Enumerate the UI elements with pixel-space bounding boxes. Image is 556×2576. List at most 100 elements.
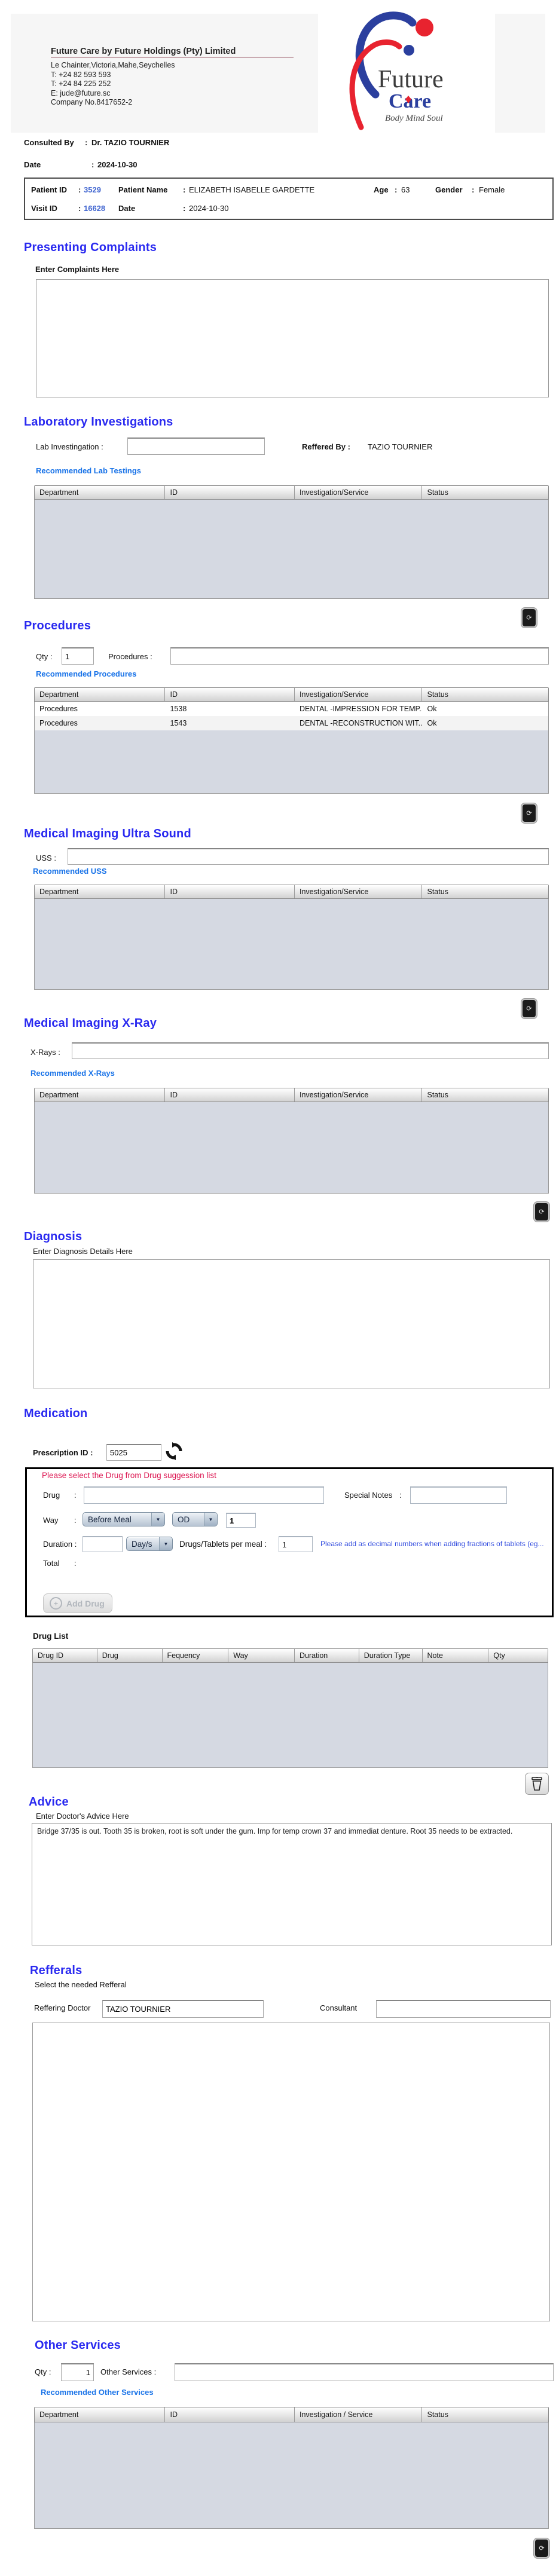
advice-textarea[interactable]: Bridge 37/35 is out. Tooth 35 is broken,… bbox=[32, 1823, 552, 1945]
other-clear-button[interactable]: ⟳ bbox=[534, 2538, 549, 2558]
other-input-label: Other Services : bbox=[100, 2367, 157, 2376]
col-status: Status bbox=[422, 885, 548, 898]
xray-input-label: X-Rays : bbox=[30, 1048, 60, 1057]
drug-warning-text: Please select the Drug from Drug suggess… bbox=[42, 1471, 216, 1480]
diagnosis-textarea[interactable] bbox=[33, 1259, 550, 1388]
colon: : bbox=[183, 204, 186, 213]
refresh-prescription-button[interactable] bbox=[165, 1442, 183, 1460]
patient-name-label: Patient Name bbox=[118, 185, 168, 194]
table-row[interactable]: Procedures 1538 DENTAL -IMPRESSION FOR T… bbox=[35, 702, 548, 716]
procedures-clear-button[interactable]: ⟳ bbox=[521, 803, 537, 823]
frequency-select[interactable]: OD ▼ bbox=[172, 1512, 218, 1526]
colon: : bbox=[74, 1559, 77, 1568]
refferals-label: Select the needed Refferal bbox=[35, 1980, 127, 1989]
way-qty-input[interactable] bbox=[226, 1513, 256, 1528]
uss-clear-button[interactable]: ⟳ bbox=[521, 999, 537, 1018]
prescription-id-input[interactable] bbox=[106, 1444, 161, 1461]
uss-table-body bbox=[34, 899, 549, 990]
tablets-per-meal-input[interactable] bbox=[279, 1536, 313, 1552]
advice-clear-button[interactable] bbox=[525, 1773, 549, 1795]
add-drug-label: Add Drug bbox=[66, 1598, 105, 1608]
col-service: Investigation/Service bbox=[294, 486, 423, 499]
recommended-lab-link[interactable]: Recommended Lab Testings bbox=[36, 466, 141, 475]
gender-value: Female bbox=[479, 185, 505, 194]
consultant-label: Consultant bbox=[320, 2003, 358, 2012]
col-id: ID bbox=[165, 885, 295, 898]
way-select[interactable]: Before Meal ▼ bbox=[83, 1512, 165, 1526]
consultant-input[interactable] bbox=[376, 2000, 551, 2018]
date-label: Date bbox=[24, 160, 41, 169]
colon: : bbox=[91, 160, 94, 169]
colon: : bbox=[78, 204, 81, 213]
logo-panel: Future Care Body Mind Soul bbox=[318, 5, 495, 133]
drug-list-table-body bbox=[32, 1663, 548, 1768]
procedures-qty-input[interactable] bbox=[62, 647, 94, 665]
col-department: Department bbox=[35, 688, 166, 701]
col-note: Note bbox=[422, 1649, 489, 1662]
col-service: Investigation/Service bbox=[294, 688, 423, 701]
complaints-label: Enter Complaints Here bbox=[35, 265, 120, 274]
colon: : bbox=[78, 185, 81, 194]
col-status: Status bbox=[422, 486, 548, 499]
duration-input[interactable] bbox=[83, 1536, 123, 1552]
logo-word-care: Care bbox=[389, 90, 431, 112]
col-duration-type: Duration Type bbox=[359, 1649, 423, 1662]
col-department: Department bbox=[35, 1088, 166, 1102]
diagnosis-label: Enter Diagnosis Details Here bbox=[33, 1247, 133, 1256]
uss-table-header: Department ID Investigation/Service Stat… bbox=[34, 885, 549, 899]
uss-input[interactable] bbox=[68, 848, 549, 865]
delete-icon: ⟳ bbox=[526, 614, 532, 622]
col-department: Department bbox=[35, 885, 166, 898]
other-services-input[interactable] bbox=[175, 2363, 554, 2381]
col-service: Investigation/Service bbox=[294, 885, 423, 898]
drug-list-label: Drug List bbox=[33, 1632, 69, 1641]
recommended-other-link[interactable]: Recommended Other Services bbox=[41, 2388, 154, 2397]
col-status: Status bbox=[422, 1088, 548, 1102]
lab-input-label: Lab Investingation : bbox=[36, 442, 103, 451]
col-service: Investigation/Service bbox=[294, 1088, 423, 1102]
patient-name-value: ELIZABETH ISABELLE GARDETTE bbox=[189, 185, 315, 194]
duration-unit-select[interactable]: Day/s ▼ bbox=[126, 1537, 173, 1551]
xray-table-body bbox=[34, 1102, 549, 1194]
colon: : bbox=[399, 1491, 402, 1500]
company-address-block: Le Chainter,Victoria,Mahe,Seychelles T: … bbox=[51, 61, 175, 108]
col-status: Status bbox=[422, 2407, 548, 2422]
refferals-list-box[interactable] bbox=[32, 2023, 550, 2321]
other-qty-label: Qty : bbox=[35, 2367, 51, 2376]
table-row[interactable]: Procedures 1543 DENTAL -RECONSTRUCTION W… bbox=[35, 716, 548, 730]
colon: : bbox=[74, 1516, 77, 1525]
delete-icon: ⟳ bbox=[526, 1005, 532, 1012]
col-way: Way bbox=[228, 1649, 295, 1662]
prescription-id-label: Prescription ID : bbox=[33, 1448, 93, 1457]
tablets-note-text: Please add as decimal numbers when addin… bbox=[320, 1540, 544, 1548]
recommended-xray-link[interactable]: Recommended X-Rays bbox=[30, 1069, 115, 1078]
lab-title: Laboratory Investigations bbox=[24, 415, 173, 429]
recommended-procedures-link[interactable]: Recommended Procedures bbox=[36, 669, 136, 678]
duration-label: Duration : bbox=[43, 1540, 77, 1549]
drug-list-table: Drug ID Drug Fequency Way Duration Durat… bbox=[32, 1648, 548, 1768]
xray-clear-button[interactable]: ⟳ bbox=[534, 1202, 549, 1222]
company-name: Future Care by Future Holdings (Pty) Lim… bbox=[51, 47, 236, 56]
procedures-table: Department ID Investigation/Service Stat… bbox=[34, 687, 549, 794]
lab-investigation-input[interactable] bbox=[127, 438, 265, 455]
other-qty-input[interactable] bbox=[61, 2363, 94, 2381]
procedures-input[interactable] bbox=[170, 647, 549, 665]
recommended-uss-link[interactable]: Recommended USS bbox=[33, 867, 107, 876]
drug-list-table-header: Drug ID Drug Fequency Way Duration Durat… bbox=[32, 1648, 548, 1663]
logo-blue-dot bbox=[404, 45, 414, 56]
delete-icon: ⟳ bbox=[539, 1209, 545, 1216]
xray-input[interactable] bbox=[72, 1042, 549, 1059]
col-drug-id: Drug ID bbox=[33, 1649, 97, 1662]
complaints-textarea[interactable] bbox=[36, 279, 549, 397]
procedures-table-header: Department ID Investigation/Service Stat… bbox=[34, 687, 549, 702]
add-drug-button[interactable]: + Add Drug bbox=[43, 1593, 112, 1613]
delete-icon: ⟳ bbox=[539, 2545, 545, 2552]
special-notes-input[interactable] bbox=[410, 1486, 507, 1504]
drug-input[interactable] bbox=[84, 1486, 324, 1504]
reffering-doctor-input[interactable] bbox=[102, 2000, 264, 2018]
medication-title: Medication bbox=[24, 1407, 88, 1420]
lab-clear-button[interactable]: ⟳ bbox=[521, 608, 537, 628]
other-services-title: Other Services bbox=[35, 2339, 121, 2352]
company-number: Company No.8417652-2 bbox=[51, 98, 133, 106]
advice-label: Enter Doctor's Advice Here bbox=[36, 1812, 129, 1821]
